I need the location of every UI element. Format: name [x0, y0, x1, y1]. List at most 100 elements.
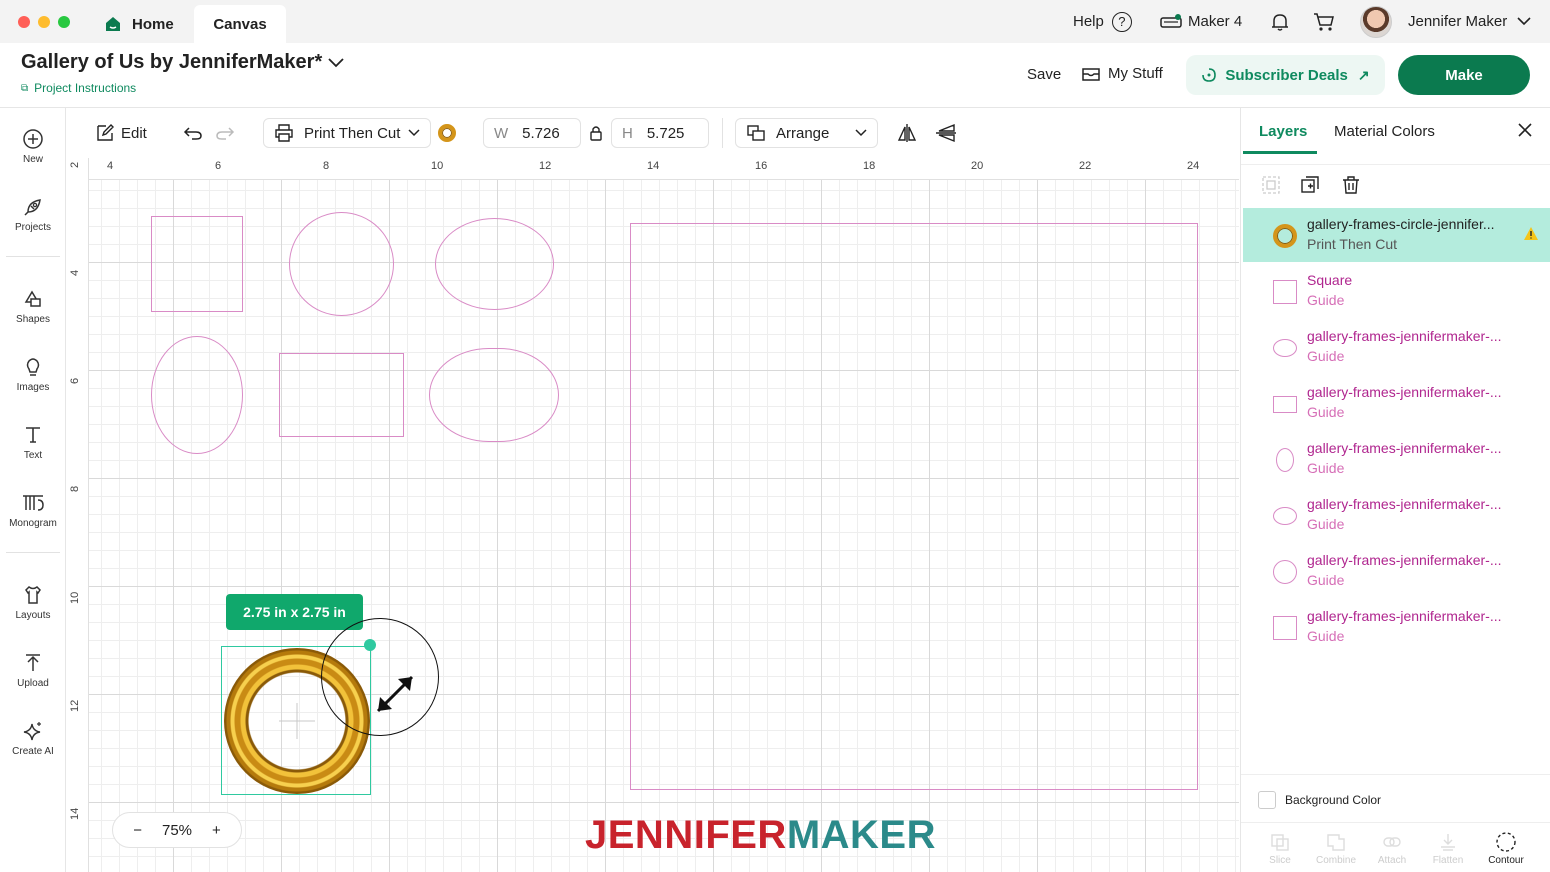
- zoom-out-button[interactable]: −: [133, 822, 142, 839]
- sidebar-item-new[interactable]: New: [0, 126, 66, 165]
- ellipse-thumbnail-icon: [1273, 339, 1297, 357]
- project-header: Gallery of Us by JenniferMaker* ⧉ Projec…: [0, 43, 1550, 108]
- sidebar-item-label: Shapes: [16, 314, 50, 325]
- layer-name: gallery-frames-jennifermaker-...: [1307, 608, 1502, 624]
- layer-row[interactable]: gallery-frames-jennifermaker-... Guide: [1243, 376, 1550, 430]
- layer-row[interactable]: gallery-frames-jennifermaker-... Guide: [1243, 488, 1550, 542]
- contour-button[interactable]: Contour: [1479, 829, 1533, 866]
- chevron-down-icon: [855, 129, 867, 137]
- printer-icon: [275, 124, 293, 142]
- duplicate-button[interactable]: [1300, 175, 1320, 200]
- project-instructions-label: Project Instructions: [34, 81, 137, 95]
- sidebar-item-label: Upload: [17, 678, 49, 689]
- lock-icon: [590, 126, 602, 141]
- guide-ellipse-wide[interactable]: [435, 218, 554, 310]
- undo-icon: [183, 127, 202, 140]
- sidebar-item-create-ai[interactable]: Create AI: [0, 718, 66, 757]
- layer-row[interactable]: gallery-frames-jennifermaker-... Guide: [1243, 600, 1550, 654]
- project-instructions-link[interactable]: ⧉ Project Instructions: [21, 81, 136, 95]
- lock-aspect-button[interactable]: [589, 118, 603, 148]
- help-button[interactable]: Help ?: [1073, 0, 1132, 43]
- make-button[interactable]: Make: [1398, 55, 1530, 95]
- sidebar-item-label: New: [22, 154, 43, 165]
- attach-button[interactable]: Attach: [1365, 829, 1419, 866]
- plus-circle-icon: [22, 126, 44, 152]
- guide-rectangle[interactable]: [279, 353, 404, 437]
- layer-row[interactable]: gallery-frames-jennifermaker-... Guide: [1243, 432, 1550, 486]
- height-field[interactable]: H 5.725: [611, 118, 709, 148]
- layer-row[interactable]: Square Guide: [1243, 264, 1550, 318]
- flip-horizontal-button[interactable]: [897, 118, 917, 148]
- cart-button[interactable]: [1313, 0, 1335, 43]
- width-field[interactable]: W 5.726: [483, 118, 581, 148]
- user-menu[interactable]: Jennifer Maker: [1408, 0, 1531, 43]
- layer-row[interactable]: gallery-frames-circle-jennifer... Print …: [1243, 208, 1550, 262]
- sidebar-item-upload[interactable]: Upload: [0, 650, 66, 689]
- ruler-tick-label: 4: [107, 160, 114, 172]
- edit-button[interactable]: Edit: [95, 118, 147, 148]
- tab-material-colors[interactable]: Material Colors: [1334, 123, 1435, 140]
- subscriber-deals-label: Subscriber Deals: [1225, 66, 1348, 84]
- subscriber-deals-button[interactable]: Subscriber Deals ↗: [1186, 55, 1385, 95]
- flip-vertical-button[interactable]: [935, 118, 957, 148]
- sidebar-item-shapes[interactable]: Shapes: [0, 286, 66, 325]
- maximize-window-button[interactable]: [58, 16, 70, 28]
- tab-layers[interactable]: Layers: [1259, 123, 1307, 140]
- my-stuff-button[interactable]: My Stuff: [1082, 65, 1163, 82]
- layer-row[interactable]: gallery-frames-jennifermaker-... Guide: [1243, 320, 1550, 374]
- layer-color-swatch[interactable]: [438, 118, 456, 148]
- operation-select[interactable]: Print Then Cut: [263, 118, 431, 148]
- height-value: 5.725: [646, 124, 685, 142]
- machine-selector[interactable]: Maker 4: [1160, 0, 1242, 43]
- notifications-button[interactable]: [1270, 0, 1290, 43]
- monogram-icon: [21, 490, 45, 516]
- tab-canvas[interactable]: Canvas: [194, 5, 286, 43]
- layer-row[interactable]: gallery-frames-jennifermaker-... Guide: [1243, 544, 1550, 598]
- background-color-checkbox[interactable]: [1258, 791, 1276, 809]
- attach-label: Attach: [1377, 855, 1407, 866]
- save-button[interactable]: Save: [1027, 66, 1061, 83]
- copy-icon: ⧉: [21, 82, 29, 94]
- close-window-button[interactable]: [18, 16, 30, 28]
- avatar[interactable]: [1360, 6, 1392, 38]
- close-panel-button[interactable]: [1517, 122, 1533, 143]
- design-canvas[interactable]: 4 6 8 10 12 14 16 18 20 22 24 2 4 6 8 10…: [67, 158, 1239, 872]
- combine-button[interactable]: Combine: [1309, 829, 1363, 866]
- flatten-icon: [1438, 829, 1458, 855]
- guide-rounded-oval[interactable]: [429, 348, 559, 442]
- tab-home[interactable]: Home: [92, 5, 192, 43]
- sidebar-item-projects[interactable]: Projects: [0, 194, 66, 233]
- arrange-select[interactable]: Arrange: [735, 118, 878, 148]
- group-button[interactable]: [1261, 175, 1281, 200]
- sidebar-item-images[interactable]: Images: [0, 354, 66, 393]
- layer-name: gallery-frames-jennifermaker-...: [1307, 440, 1502, 456]
- ruler-tick-label: 8: [323, 160, 330, 172]
- guide-square[interactable]: [151, 216, 243, 312]
- slice-button[interactable]: Slice: [1253, 829, 1307, 866]
- guide-large-square[interactable]: [630, 223, 1198, 790]
- sidebar-item-label: Layouts: [15, 610, 51, 621]
- project-title[interactable]: Gallery of Us by JenniferMaker*: [21, 51, 344, 74]
- bell-icon: [1272, 13, 1288, 31]
- rectangle-thumbnail-icon: [1273, 396, 1297, 413]
- group-icon: [1262, 176, 1280, 194]
- ruler-tick-label: 18: [863, 160, 876, 172]
- warning-icon[interactable]: [1523, 226, 1539, 241]
- tab-layers-underline: [1243, 151, 1317, 154]
- zoom-in-button[interactable]: +: [212, 822, 221, 839]
- redo-button[interactable]: [215, 118, 235, 148]
- text-icon: [22, 422, 44, 448]
- sidebar-item-layouts[interactable]: Layouts: [0, 582, 66, 621]
- flatten-button[interactable]: Flatten: [1421, 829, 1475, 866]
- edit-toolbar: Edit Print Then Cut W 5.726 H 5.725 Arra…: [67, 108, 1239, 158]
- delete-button[interactable]: [1341, 175, 1361, 200]
- ruler-tick-label: 14: [69, 807, 81, 820]
- undo-button[interactable]: [183, 118, 203, 148]
- sidebar-item-text[interactable]: Text: [0, 422, 66, 461]
- ruler-tick-label: 16: [755, 160, 768, 172]
- sidebar-item-monogram[interactable]: Monogram: [0, 490, 66, 529]
- guide-circle[interactable]: [289, 212, 394, 316]
- external-link-icon: ↗: [1357, 66, 1370, 83]
- minimize-window-button[interactable]: [38, 16, 50, 28]
- guide-ellipse-tall[interactable]: [151, 336, 243, 454]
